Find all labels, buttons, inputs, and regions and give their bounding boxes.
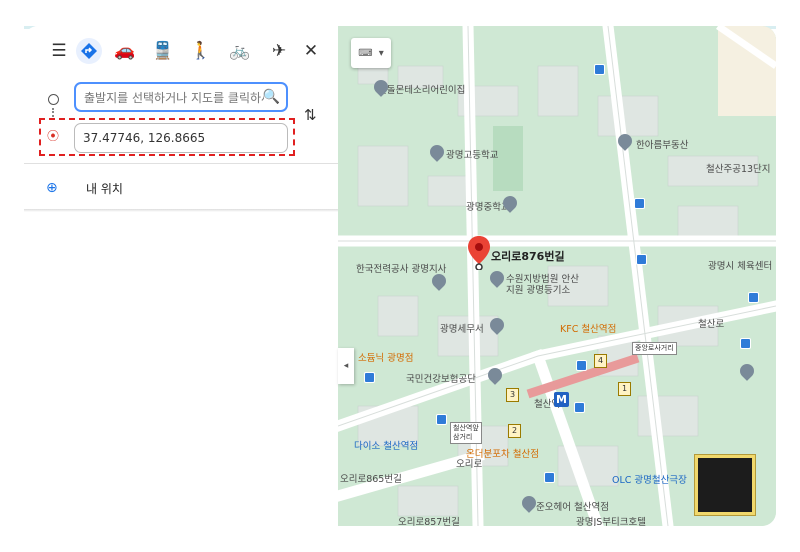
diamond-directions-icon — [81, 43, 97, 59]
pin-label: 오리로876번길 — [491, 250, 565, 263]
road-label: 오리로 — [456, 459, 483, 470]
walking-icon[interactable]: 🚶 — [188, 38, 214, 64]
flight-icon[interactable]: ✈ — [266, 38, 292, 64]
highlight-box — [39, 118, 295, 156]
intersection-sign: 철산역앞 삼거리 — [450, 422, 482, 444]
map-label[interactable]: 국민건강보험공단 — [406, 371, 476, 385]
divider — [24, 163, 338, 164]
map-label[interactable]: 광명고등학교 — [446, 147, 498, 161]
bicycle-icon[interactable]: 🚲 — [227, 38, 253, 64]
map-label[interactable]: 다이소 철산역점 — [354, 438, 418, 452]
map-label[interactable]: 광명JS부티크호텔 — [576, 514, 646, 526]
swap-icon[interactable]: ⇅ — [304, 106, 317, 124]
watermark-logo — [694, 454, 756, 516]
map-label[interactable]: OLC 광명철산극장 — [612, 472, 687, 486]
bus-stop-icon[interactable] — [574, 402, 585, 413]
exit-badge: 2 — [508, 424, 521, 438]
exit-badge: 3 — [506, 388, 519, 402]
keyboard-icon: ⌨ — [358, 47, 373, 59]
map-label[interactable]: 한국전력공사 광명지사 — [356, 261, 446, 275]
bus-stop-icon[interactable] — [576, 360, 587, 371]
map-pin-icon — [468, 236, 490, 271]
map-label[interactable]: 흰돌몬테소리어린이집 — [378, 82, 465, 96]
layers-control[interactable]: ⌨ ▾ — [351, 38, 391, 68]
destination-marker[interactable] — [468, 236, 490, 271]
panel-shadow — [24, 209, 338, 212]
logo-text — [698, 458, 752, 512]
subway-icon[interactable]: M — [554, 392, 569, 407]
map-label[interactable]: 광명시 체육센터 — [708, 258, 772, 272]
road-label: 철산로 — [698, 319, 725, 330]
transit-icon[interactable]: 🚆 — [150, 38, 176, 64]
map-label[interactable]: 지원 광명등기소 — [506, 282, 570, 296]
map-label[interactable]: 준오헤어 철산역점 — [536, 499, 609, 513]
road-label: 오리로857번길 — [398, 517, 460, 526]
bus-stop-icon[interactable] — [544, 472, 555, 483]
maps-window: ☰ 🚗 🚆 🚶 🚲 ✈ ✕ ⦿ 출발지를 선택하거나 지도를 클릭하세 🔍 37… — [24, 26, 776, 526]
bus-stop-icon[interactable] — [740, 338, 751, 349]
map-canvas[interactable]: ⌨ ▾ 오리로876번길 흰돌몬테소리어린이집 광명고등학교 한아름부동산 철산… — [338, 26, 776, 526]
map-label[interactable]: KFC 철산역점 — [560, 321, 616, 335]
car-icon[interactable]: 🚗 — [112, 38, 138, 64]
map-label[interactable]: 철산주공13단지 — [706, 161, 771, 175]
close-icon[interactable]: ✕ — [298, 38, 324, 64]
map-label[interactable]: 광명세무서 — [440, 321, 484, 335]
bus-stop-icon[interactable] — [594, 64, 605, 75]
bus-stop-icon[interactable] — [436, 414, 447, 425]
map-label[interactable]: 소듐닉 광명점 — [358, 350, 413, 364]
travel-mode-bar: ☰ 🚗 🚆 🚶 🚲 ✈ ✕ — [24, 34, 338, 68]
exit-badge: 4 — [594, 354, 607, 368]
origin-placeholder: 출발지를 선택하거나 지도를 클릭하세 — [84, 90, 264, 105]
bus-stop-icon[interactable] — [364, 372, 375, 383]
map-label[interactable]: 한아름부동산 — [636, 137, 688, 151]
search-icon[interactable]: 🔍 — [263, 89, 280, 105]
exit-badge: 1 — [618, 382, 631, 396]
directions-panel: ☰ 🚗 🚆 🚶 🚲 ✈ ✕ ⦿ 출발지를 선택하거나 지도를 클릭하세 🔍 37… — [24, 26, 338, 526]
my-location-item[interactable]: ⊕ 내 위치 — [46, 178, 306, 198]
collapse-panel-button[interactable]: ◂ — [338, 348, 354, 384]
crosshair-icon: ⊕ — [46, 180, 58, 196]
bus-stop-icon[interactable] — [636, 254, 647, 265]
my-location-label: 내 위치 — [86, 181, 123, 196]
origin-circle-icon — [48, 94, 59, 105]
origin-input[interactable]: 출발지를 선택하거나 지도를 클릭하세 🔍 — [74, 82, 288, 112]
best-route-icon[interactable] — [76, 38, 102, 64]
menu-icon[interactable]: ☰ — [46, 38, 72, 64]
dropdown-arrow-icon: ▾ — [378, 47, 384, 59]
road-label: 오리로865번길 — [340, 474, 402, 485]
bus-stop-icon[interactable] — [634, 198, 645, 209]
bus-stop-icon[interactable] — [748, 292, 759, 303]
intersection-sign: 중앙로사거리 — [632, 342, 677, 355]
